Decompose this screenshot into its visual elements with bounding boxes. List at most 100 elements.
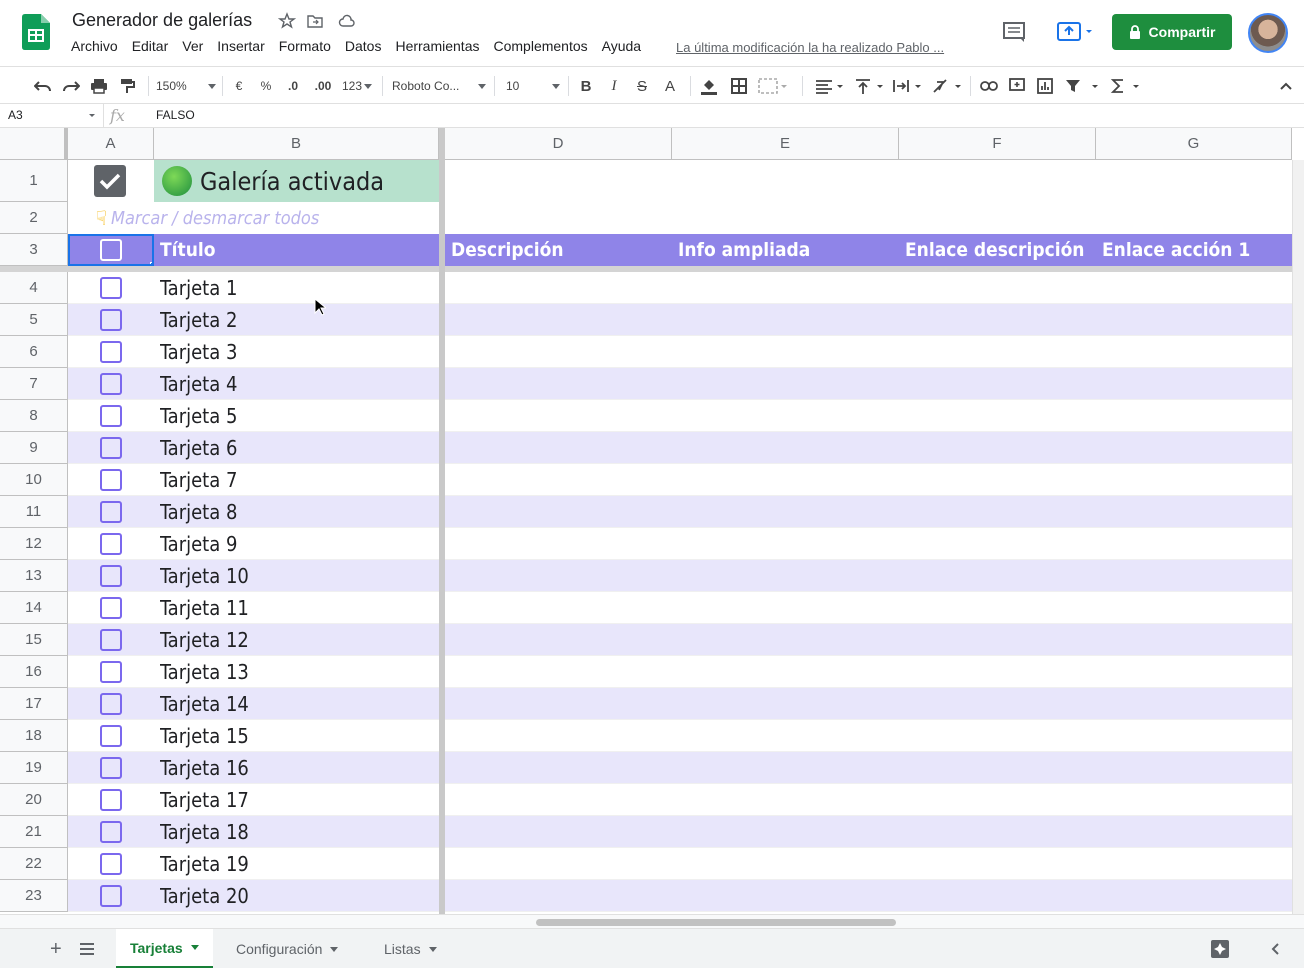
- row-checkbox[interactable]: [100, 821, 122, 843]
- vertical-align-icon[interactable]: [852, 75, 886, 97]
- menu-item-5[interactable]: Datos: [338, 38, 389, 58]
- table-row[interactable]: [68, 528, 1292, 560]
- card-title[interactable]: Tarjeta 7: [160, 464, 237, 496]
- row-header[interactable]: 2: [0, 202, 68, 234]
- menu-item-0[interactable]: Archivo: [64, 38, 125, 58]
- row-checkbox[interactable]: [100, 405, 122, 427]
- row-header[interactable]: 11: [0, 496, 68, 528]
- currency-button[interactable]: €: [230, 75, 248, 97]
- avatar[interactable]: [1248, 13, 1288, 53]
- table-row[interactable]: [68, 784, 1292, 816]
- row-header[interactable]: 16: [0, 656, 68, 688]
- frozen-columns-divider[interactable]: [439, 128, 445, 914]
- align-icon[interactable]: [812, 75, 846, 97]
- table-row[interactable]: [68, 432, 1292, 464]
- menu-item-7[interactable]: Complementos: [486, 38, 594, 58]
- row-header[interactable]: 4: [0, 272, 68, 304]
- row-checkbox[interactable]: [100, 597, 122, 619]
- table-row[interactable]: [68, 816, 1292, 848]
- column-header-e[interactable]: E: [672, 128, 899, 160]
- font-select[interactable]: Roboto Co...: [392, 75, 486, 97]
- cell-a1[interactable]: [68, 160, 154, 202]
- table-row[interactable]: [68, 336, 1292, 368]
- row-checkbox[interactable]: [100, 469, 122, 491]
- menu-item-6[interactable]: Herramientas: [388, 38, 486, 58]
- header-enlace-accion[interactable]: Enlace acción 1: [1102, 234, 1250, 266]
- table-row[interactable]: [68, 400, 1292, 432]
- card-title[interactable]: Tarjeta 12: [160, 624, 249, 656]
- menu-item-3[interactable]: Insertar: [210, 38, 271, 58]
- functions-icon[interactable]: [1108, 75, 1142, 97]
- horizontal-scroll-thumb[interactable]: [536, 919, 896, 926]
- row-header[interactable]: 15: [0, 624, 68, 656]
- redo-icon[interactable]: [60, 75, 82, 97]
- paint-format-icon[interactable]: [116, 75, 138, 97]
- font-size-select[interactable]: 10: [506, 75, 560, 97]
- card-title[interactable]: Tarjeta 10: [160, 560, 249, 592]
- decrease-decimals-button[interactable]: .0: [282, 75, 304, 97]
- column-header-a[interactable]: A: [68, 128, 154, 160]
- table-row[interactable]: [68, 272, 1292, 304]
- italic-button[interactable]: I: [604, 75, 624, 97]
- vertical-scrollbar[interactable]: [1292, 160, 1304, 914]
- all-sheets-icon[interactable]: [66, 929, 108, 968]
- insert-comment-icon[interactable]: [1006, 75, 1028, 97]
- cell-a3-selected[interactable]: [68, 234, 154, 266]
- sheet-tab[interactable]: Configuración: [222, 929, 352, 968]
- row-header[interactable]: 23: [0, 880, 68, 912]
- name-box[interactable]: A3: [0, 104, 104, 127]
- row-checkbox[interactable]: [100, 309, 122, 331]
- zoom-select[interactable]: 150%: [156, 75, 216, 97]
- menu-item-1[interactable]: Editar: [125, 38, 176, 58]
- star-icon[interactable]: [278, 12, 296, 30]
- table-row[interactable]: [68, 592, 1292, 624]
- menu-item-4[interactable]: Formato: [272, 38, 338, 58]
- row-checkbox[interactable]: [100, 341, 122, 363]
- card-title[interactable]: Tarjeta 1: [160, 272, 237, 304]
- table-row[interactable]: [68, 624, 1292, 656]
- select-all-corner[interactable]: [0, 128, 68, 160]
- column-header-f[interactable]: F: [899, 128, 1096, 160]
- column-header-b[interactable]: B: [154, 128, 439, 160]
- table-row[interactable]: [68, 720, 1292, 752]
- row-checkbox[interactable]: [100, 693, 122, 715]
- text-rotation-icon[interactable]: [930, 75, 964, 97]
- present-button[interactable]: [1052, 18, 1098, 46]
- column-header-g[interactable]: G: [1096, 128, 1292, 160]
- card-title[interactable]: Tarjeta 13: [160, 656, 249, 688]
- row-checkbox[interactable]: [100, 533, 122, 555]
- column-header-d[interactable]: D: [445, 128, 672, 160]
- card-title[interactable]: Tarjeta 20: [160, 880, 249, 912]
- row-header[interactable]: 20: [0, 784, 68, 816]
- card-title[interactable]: Tarjeta 9: [160, 528, 237, 560]
- horizontal-scrollbar[interactable]: [0, 914, 1304, 928]
- header-titulo[interactable]: Título: [160, 234, 215, 266]
- cloud-status-icon[interactable]: [338, 12, 356, 30]
- sheet-tab[interactable]: Tarjetas: [116, 929, 213, 968]
- card-title[interactable]: Tarjeta 16: [160, 752, 249, 784]
- card-title[interactable]: Tarjeta 4: [160, 368, 237, 400]
- filter-icon[interactable]: [1062, 75, 1102, 97]
- row-header[interactable]: 1: [0, 160, 68, 202]
- table-row[interactable]: [68, 688, 1292, 720]
- menu-item-8[interactable]: Ayuda: [595, 38, 648, 58]
- row-header[interactable]: 12: [0, 528, 68, 560]
- header-descripcion[interactable]: Descripción: [451, 234, 564, 266]
- row-checkbox[interactable]: [100, 565, 122, 587]
- more-formats-button[interactable]: 123: [340, 75, 374, 97]
- card-title[interactable]: Tarjeta 19: [160, 848, 249, 880]
- row-header[interactable]: 21: [0, 816, 68, 848]
- borders-icon[interactable]: [728, 75, 750, 97]
- formula-input[interactable]: FALSO: [156, 108, 195, 122]
- row-header[interactable]: 5: [0, 304, 68, 336]
- cell-b1[interactable]: Galería activada: [154, 160, 439, 202]
- bold-button[interactable]: B: [576, 75, 596, 97]
- header-checkbox[interactable]: [100, 239, 122, 261]
- card-title[interactable]: Tarjeta 14: [160, 688, 249, 720]
- row-header[interactable]: 17: [0, 688, 68, 720]
- row-checkbox[interactable]: [100, 373, 122, 395]
- row-header[interactable]: 9: [0, 432, 68, 464]
- comments-icon[interactable]: [1000, 20, 1028, 44]
- row-checkbox[interactable]: [100, 853, 122, 875]
- row-checkbox[interactable]: [100, 277, 122, 299]
